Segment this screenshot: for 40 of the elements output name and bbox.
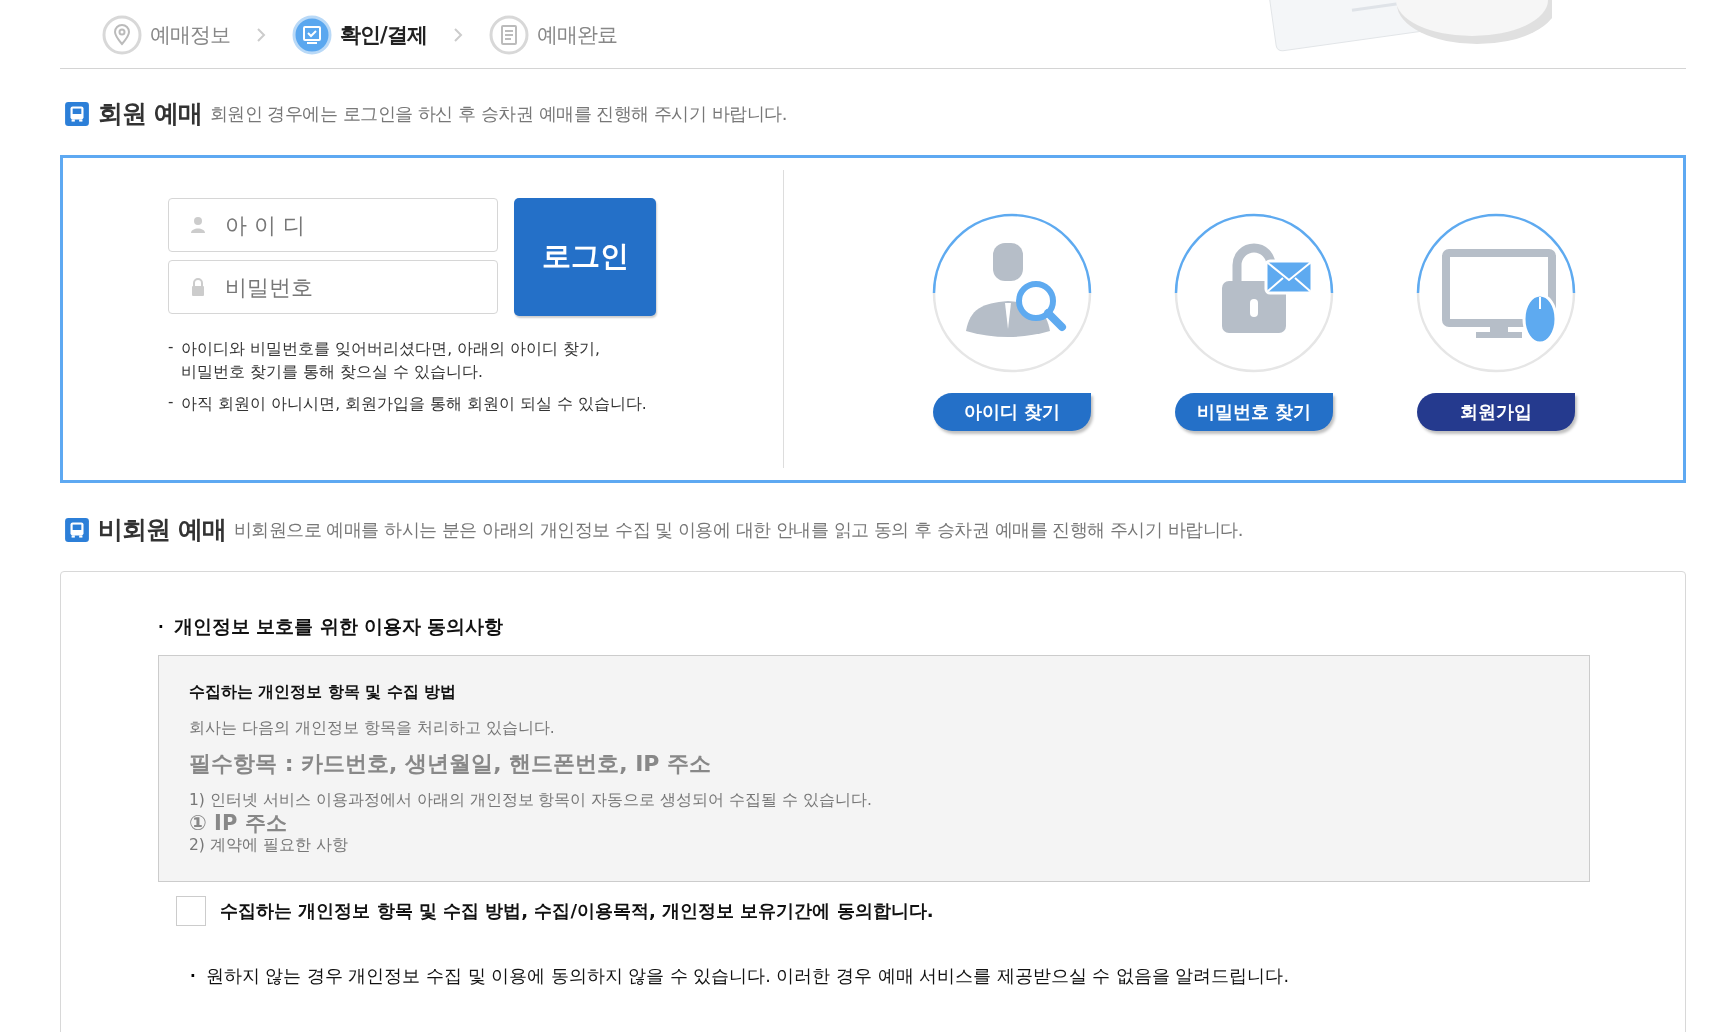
bus-icon	[64, 100, 90, 127]
person-search-icon	[932, 213, 1092, 373]
chevron-icon	[452, 26, 463, 43]
bullet-marker: ·	[158, 617, 164, 636]
terms-text: 회사는 다음의 개인정보 항목을 처리하고 있습니다.	[189, 717, 556, 739]
password-field[interactable]: 비밀번호	[168, 260, 498, 314]
lock-mail-icon	[1174, 213, 1334, 373]
bus-icon	[64, 516, 90, 543]
agree-checkbox[interactable]	[176, 896, 206, 926]
terms-text: ① IP 주소	[189, 811, 288, 835]
id-field[interactable]: 아 이 디	[168, 198, 498, 252]
terms-text: 1) 인터넷 서비스 이용과정에서 아래의 개인정보 항목이 자동으로 생성되어 수집될 수 있습니다.	[189, 790, 874, 812]
step-tab[interactable]: 예매정보	[102, 14, 230, 55]
notice-text: 원하지 않는 경우 개인정보 수집 및 이용에 동의하지 않을 수 있습니다. 이러한 경우 예매 서비스를 제공받으실 수 없음을 알려드립니다.	[205, 965, 1289, 988]
section-description: 비회원으로 예매를 하시는 분은 아래의 개인정보 수집 및 이용에 대한 안내를 읽고 동의 후 승차권 예매를 진행해 주시기 바랍니다.	[233, 517, 1243, 542]
action-button[interactable]: 아이디 찾기	[933, 393, 1091, 431]
action-button[interactable]: 비밀번호 찾기	[1175, 393, 1333, 431]
note-marker: -	[168, 392, 174, 413]
agree-label: 수집하는 개인정보 항목 및 수집 방법, 수집/이용목적, 개인정보 보유기간에 동의합니다.	[220, 899, 934, 923]
note-marker: -	[168, 338, 174, 358]
note-text: 아직 회원이 아니시면, 회원가입을 통해 회원이 되실 수 있습니다.	[181, 393, 647, 415]
bullet-marker: ·	[190, 967, 196, 985]
section-title: 비회원 예매	[98, 514, 226, 546]
step-icon	[488, 14, 529, 55]
section-title: 회원 예매	[98, 98, 202, 130]
section-description: 회원인 경우에는 로그인을 하신 후 승차권 예매를 진행해 주시기 바랍니다.	[209, 101, 787, 126]
computer-mouse-icon	[1416, 213, 1576, 373]
chevron-icon	[256, 26, 266, 43]
terms-text: 필수항목 : 카드번호, 생년월일, 핸드폰번호, IP 주소	[189, 750, 713, 779]
step-tab[interactable]: 확인/결제	[292, 14, 427, 55]
note-text: 아이디와 비밀번호를 잊어버리셨다면, 아래의 아이디 찾기, 비밀번호 찾기를 통해 찾으실 수 있습니다.	[181, 339, 600, 384]
step-icon	[292, 14, 332, 55]
consent-heading: 개인정보 보호를 위한 이용자 동의사항	[173, 615, 504, 639]
terms-text: 2) 계약에 필요한 사항	[189, 834, 349, 856]
action-button[interactable]: 회원가입	[1417, 393, 1575, 431]
person-icon	[188, 215, 208, 235]
step-tab[interactable]: 예매완료	[488, 14, 617, 55]
terms-text: 수집하는 개인정보 항목 및 수집 방법	[189, 682, 457, 703]
step-icon	[102, 14, 142, 55]
login-button[interactable]: 로그인	[514, 198, 656, 316]
